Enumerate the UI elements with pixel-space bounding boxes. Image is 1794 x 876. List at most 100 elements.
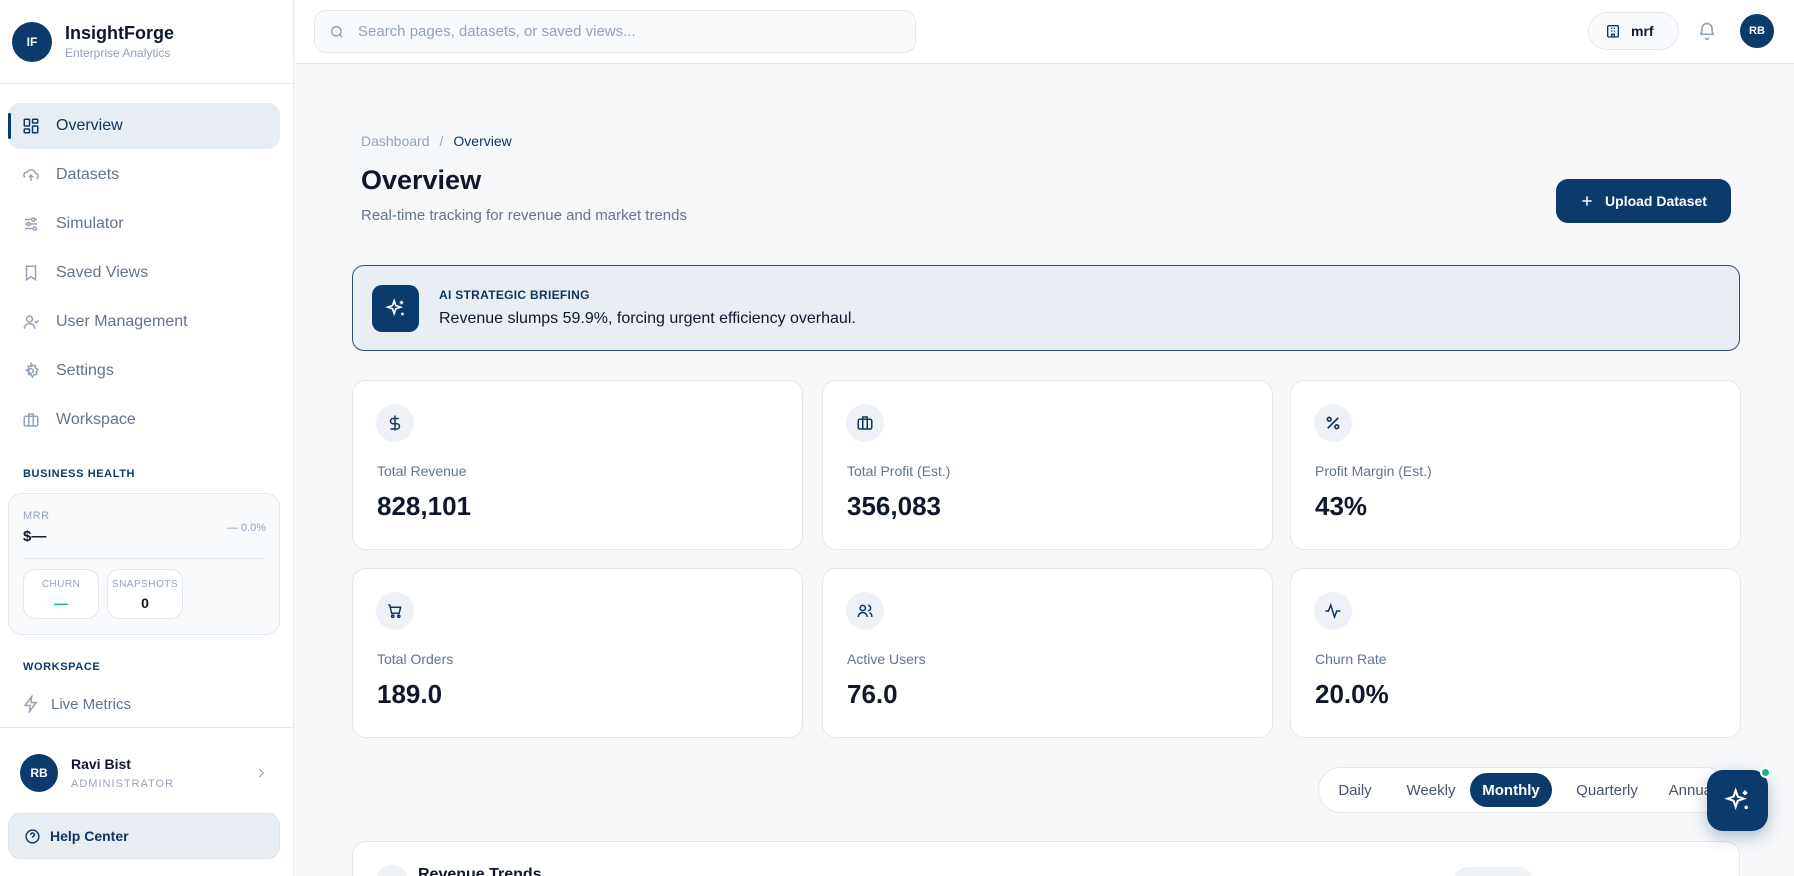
- mrr-value: $—: [23, 528, 47, 545]
- bell-icon[interactable]: [1697, 21, 1717, 41]
- grid-icon: [23, 118, 39, 134]
- briefing-text: Revenue slumps 59.9%, forcing urgent eff…: [439, 310, 856, 327]
- users-icon: [23, 315, 40, 329]
- kpi-value: 189.0: [377, 679, 443, 709]
- sidebar-item-user-management[interactable]: User Management: [8, 299, 280, 345]
- kpi-value: 356,083: [847, 491, 941, 521]
- sidebar-item-workspace[interactable]: Workspace: [8, 397, 280, 443]
- users-icon: [846, 592, 884, 630]
- kpi-label: Total Profit (Est.): [847, 463, 951, 479]
- user-profile[interactable]: RB Ravi Bist ADMINISTRATOR: [0, 727, 294, 812]
- kpi-card-total-revenue: Total Revenue 828,101: [352, 380, 803, 550]
- page-title: Overview: [361, 165, 482, 195]
- search-icon: [330, 25, 343, 38]
- sidebar-item-label: Datasets: [56, 166, 120, 183]
- cloud-upload-icon: [23, 169, 39, 181]
- sidebar-item-saved-views[interactable]: Saved Views: [8, 250, 280, 296]
- lightning-icon: [23, 695, 38, 713]
- percent-icon: [1314, 404, 1352, 442]
- sidebar-item-simulator[interactable]: Simulator: [8, 201, 280, 247]
- brand-name: InsightForge: [65, 23, 174, 43]
- live-metrics-label: Live Metrics: [51, 695, 132, 713]
- kpi-value: 828,101: [377, 491, 471, 521]
- briefcase-icon: [846, 404, 884, 442]
- churn-label: CHURN: [41, 579, 81, 590]
- sidebar-item-overview[interactable]: Overview: [8, 103, 280, 149]
- sidebar-nav: Overview Datasets Simulator Saved Views …: [8, 103, 280, 446]
- sidebar-item-settings[interactable]: Settings: [8, 348, 280, 394]
- sidebar-item-label: Workspace: [56, 411, 136, 428]
- divider: [23, 558, 265, 559]
- kpi-card-active-users: Active Users 76.0: [822, 568, 1273, 738]
- upload-dataset-label: Upload Dataset: [1605, 193, 1707, 209]
- period-weekly[interactable]: Weekly: [1391, 773, 1471, 807]
- breadcrumb: Dashboard / Overview: [361, 133, 512, 149]
- business-health-panel: MRR $— — 0.0% CHURN — SNAPSHOTS 0: [8, 493, 280, 635]
- ai-briefing-banner: AI STRATEGIC BRIEFING Revenue slumps 59.…: [352, 265, 1740, 351]
- help-circle-icon: [25, 828, 40, 844]
- breadcrumb-current: Overview: [453, 133, 512, 149]
- section-title: Revenue Trends: [418, 866, 542, 876]
- period-quarterly[interactable]: Quarterly: [1557, 773, 1657, 807]
- dollar-icon: [376, 404, 414, 442]
- upload-dataset-button[interactable]: Upload Dataset: [1556, 179, 1731, 223]
- help-center-label: Help Center: [50, 828, 129, 844]
- period-daily[interactable]: Daily: [1324, 773, 1386, 807]
- sidebar-item-label: Simulator: [56, 215, 124, 232]
- business-health-heading: BUSINESS HEALTH: [23, 468, 136, 480]
- kpi-value: 76.0: [847, 679, 898, 709]
- snapshots-value: 0: [141, 595, 149, 611]
- help-center-button[interactable]: Help Center: [8, 813, 280, 859]
- ai-assistant-button[interactable]: [1707, 770, 1768, 831]
- brand[interactable]: IF InsightForge Enterprise Analytics: [0, 0, 293, 84]
- kpi-label: Churn Rate: [1315, 651, 1387, 667]
- topbar: mrf RB: [295, 0, 1794, 64]
- bookmark-icon: [25, 265, 37, 282]
- kpi-card-total-profit: Total Profit (Est.) 356,083: [822, 380, 1273, 550]
- kpi-card-churn-rate: Churn Rate 20.0%: [1290, 568, 1741, 738]
- kpi-label: Profit Margin (Est.): [1315, 463, 1432, 479]
- sidebar-item-datasets[interactable]: Datasets: [8, 152, 280, 198]
- churn-mini-card: CHURN —: [23, 569, 99, 619]
- activity-icon: [1314, 592, 1352, 630]
- workspace-name: mrf: [1631, 23, 1654, 39]
- building-icon: [1607, 25, 1619, 38]
- search-bar[interactable]: [314, 10, 916, 53]
- kpi-label: Total Orders: [377, 651, 454, 667]
- sparkles-icon: [1723, 786, 1748, 810]
- page-subtitle: Real-time tracking for revenue and marke…: [361, 207, 687, 224]
- search-input[interactable]: [358, 23, 898, 40]
- sidebar-item-label: Overview: [56, 117, 123, 134]
- snapshots-mini-card: SNAPSHOTS 0: [107, 569, 183, 619]
- cart-icon: [376, 592, 414, 630]
- user-role: ADMINISTRATOR: [71, 778, 175, 790]
- sliders-icon: [25, 217, 37, 231]
- breadcrumb-dashboard[interactable]: Dashboard: [361, 133, 430, 149]
- kpi-value: 43%: [1315, 491, 1368, 521]
- brand-logo: IF: [12, 21, 52, 62]
- user-name: Ravi Bist: [71, 756, 131, 772]
- workspace-switcher[interactable]: mrf: [1588, 12, 1679, 50]
- sidebar: IF InsightForge Enterprise Analytics Ove…: [0, 0, 294, 876]
- chart-toggle[interactable]: [1453, 867, 1533, 876]
- breadcrumb-separator: /: [439, 133, 444, 149]
- snapshots-label: SNAPSHOTS: [111, 579, 179, 590]
- briefcase-icon: [23, 413, 39, 427]
- mrr-change: — 0.0%: [226, 522, 266, 534]
- churn-value: —: [54, 595, 68, 611]
- kpi-card-profit-margin: Profit Margin (Est.) 43%: [1290, 380, 1741, 550]
- kpi-label: Active Users: [847, 651, 926, 667]
- period-selector: Daily Weekly Monthly Quarterly Annual: [1318, 767, 1728, 813]
- plus-icon: [1582, 196, 1592, 206]
- kpi-card-total-orders: Total Orders 189.0: [352, 568, 803, 738]
- avatar: RB: [20, 754, 58, 792]
- period-monthly[interactable]: Monthly: [1470, 773, 1552, 807]
- brand-subtitle: Enterprise Analytics: [65, 46, 171, 60]
- live-metrics-link[interactable]: Live Metrics: [22, 695, 131, 713]
- avatar[interactable]: RB: [1740, 14, 1774, 48]
- chevron-right-icon: [258, 768, 265, 778]
- sidebar-item-label: Settings: [56, 362, 114, 379]
- sparkles-icon: [372, 285, 419, 332]
- revenue-trends-card: Revenue Trends: [352, 841, 1740, 876]
- chart-icon: [375, 865, 409, 876]
